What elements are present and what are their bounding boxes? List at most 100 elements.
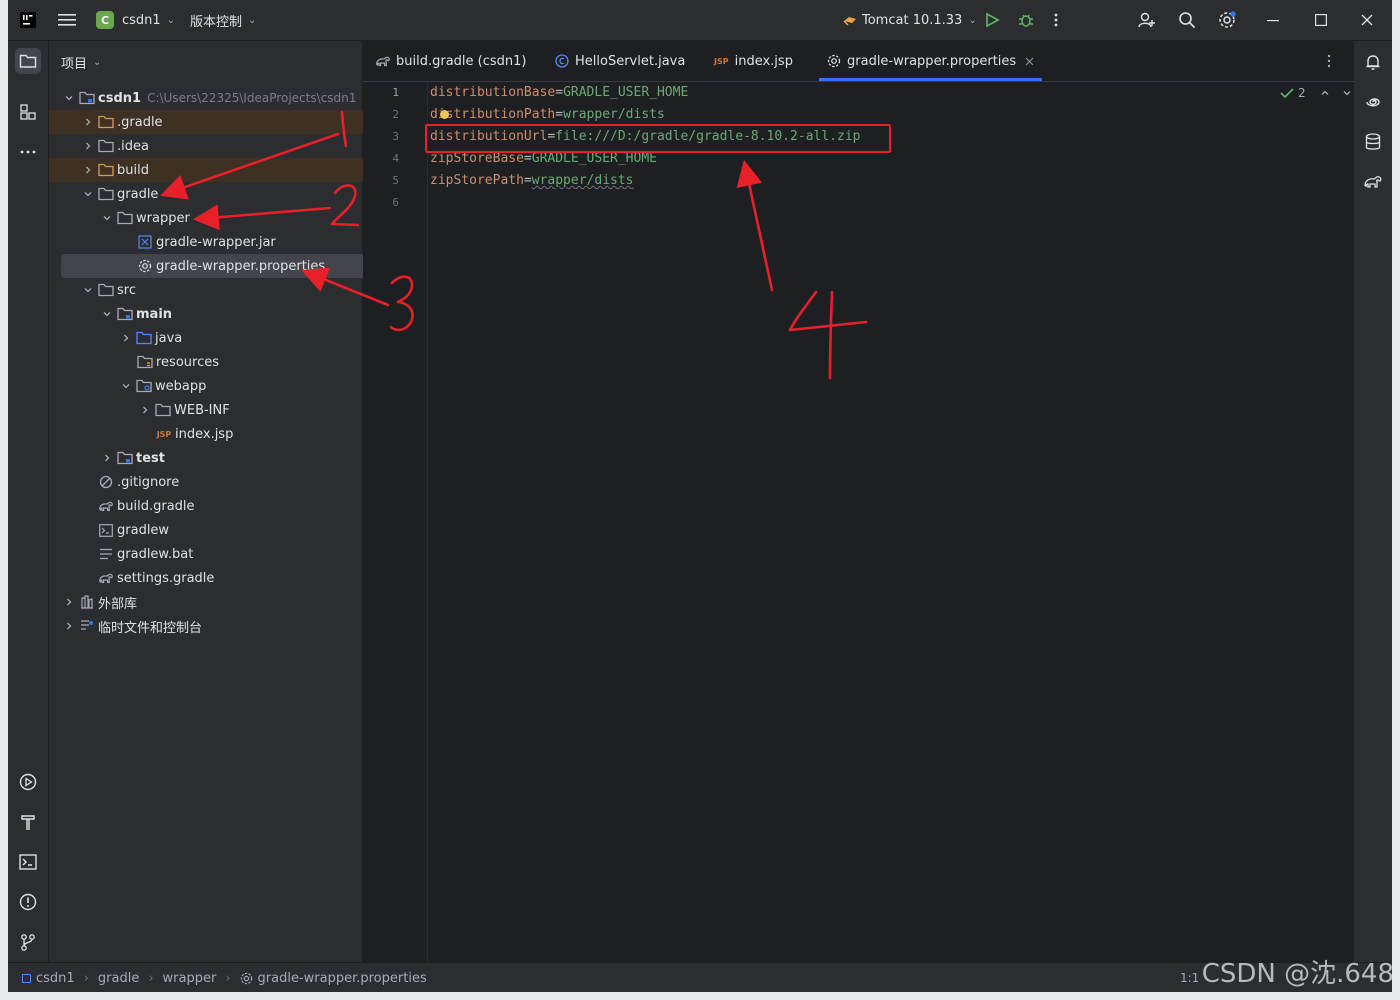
ide-window: C csdn1 ⌄ 版本控制 ⌄ Tomcat 10.1.33 ⌄ 项目 ⌄ c… — [8, 0, 1392, 992]
chevron-up-icon[interactable] — [1320, 88, 1330, 98]
tab-options-button[interactable] — [1327, 41, 1331, 81]
structure-icon — [20, 104, 36, 120]
module-folder-icon — [79, 90, 95, 106]
intention-bulb-icon[interactable] — [440, 110, 449, 119]
library-icon — [79, 594, 95, 610]
structure-tool-button[interactable] — [15, 99, 41, 125]
code-line: zipStorePath=wrapper/dists — [430, 170, 634, 192]
tree-item-external-libraries[interactable]: 外部库 — [49, 590, 374, 614]
build-tool-button[interactable] — [15, 809, 41, 835]
tree-item-label: gradle — [117, 186, 159, 202]
close-button[interactable] — [1361, 0, 1373, 40]
services-tool-button[interactable] — [15, 769, 41, 795]
tree-item-label: webapp — [155, 378, 207, 394]
property-key: distributionBase — [430, 85, 556, 100]
maximize-button[interactable] — [1315, 0, 1327, 40]
tree-item-build[interactable]: build — [49, 158, 393, 182]
chevron-down-icon[interactable] — [1342, 88, 1352, 98]
search-button[interactable] — [1178, 0, 1196, 40]
excluded-folder-icon — [98, 114, 114, 130]
tree-item-main[interactable]: main — [49, 302, 412, 326]
property-key: zipStorePath — [430, 173, 524, 188]
tree-item-label: csdn1 — [98, 90, 142, 106]
problems-tool-button[interactable] — [15, 889, 41, 915]
tree-item-test[interactable]: test — [49, 446, 412, 470]
app-logo-icon[interactable] — [20, 0, 36, 40]
terminal-tool-button[interactable] — [15, 849, 41, 875]
gradle-tool-button[interactable] — [1360, 169, 1386, 195]
tree-item-dot-gradle[interactable]: .gradle — [49, 110, 393, 134]
project-panel-title: 项目 — [61, 57, 88, 72]
tab-build-gradle[interactable]: build.gradle (csdn1) — [375, 41, 526, 81]
tree-item-gradle[interactable]: gradle — [49, 182, 393, 206]
tab-gradle-wrapper-properties[interactable]: gradle-wrapper.properties — [818, 41, 1043, 81]
tree-item-wrapper[interactable]: wrapper — [49, 206, 412, 230]
add-user-button[interactable] — [1138, 0, 1156, 40]
project-panel-header[interactable]: 项目 ⌄ — [61, 53, 101, 72]
tree-item-label: build.gradle — [117, 498, 195, 514]
debug-button[interactable] — [1018, 0, 1034, 40]
tree-item-gradlew[interactable]: gradlew — [49, 518, 411, 542]
right-tool-stripe — [1353, 41, 1392, 962]
tree-item-scratches[interactable]: 临时文件和控制台 — [49, 614, 374, 638]
git-tool-button[interactable] — [15, 929, 41, 955]
database-button[interactable] — [1360, 129, 1386, 155]
inspection-widget[interactable]: 2 — [1280, 86, 1352, 100]
more-tools-button[interactable] — [15, 139, 41, 165]
tab-index-jsp[interactable]: JSP index.jsp — [714, 41, 793, 81]
tree-item-label: WEB-INF — [174, 402, 230, 418]
tree-item-root[interactable]: csdn1 C:\Users\22325\IdeaProjects\csdn1 — [49, 86, 374, 110]
breadcrumb-item[interactable]: wrapper — [163, 971, 217, 986]
chevron-down-icon: ⌄ — [166, 14, 176, 26]
tree-item-build-gradle[interactable]: build.gradle — [49, 494, 411, 518]
tree-item-dot-idea[interactable]: .idea — [49, 134, 393, 158]
run-config-label: Tomcat 10.1.33 — [862, 12, 963, 28]
tab-hello-servlet[interactable]: HelloServlet.java — [555, 41, 685, 81]
module-square-icon — [22, 973, 31, 983]
tree-item-settings-gradle[interactable]: settings.gradle — [49, 566, 411, 590]
breadcrumb-item[interactable]: csdn1 — [36, 971, 75, 986]
minimize-button[interactable] — [1267, 0, 1279, 40]
search-icon — [1179, 12, 1196, 29]
more-vertical-icon — [1054, 13, 1058, 27]
breadcrumb-item[interactable]: gradle-wrapper.properties — [258, 971, 427, 986]
chevron-down-icon — [99, 210, 115, 226]
run-button[interactable] — [984, 0, 1000, 40]
text-lines-icon — [98, 546, 114, 562]
tab-label: index.jsp — [734, 53, 793, 69]
breadcrumb-item[interactable]: gradle — [98, 971, 139, 986]
tree-item-label: gradlew — [117, 522, 170, 538]
tree-item-label: .gradle — [117, 114, 163, 130]
hammer-icon — [21, 815, 35, 830]
chevron-down-icon: ⌄ — [968, 14, 977, 26]
tree-item-gitignore[interactable]: .gitignore — [49, 470, 411, 494]
chevron-right-icon — [80, 138, 96, 154]
ai-assistant-button[interactable] — [1360, 89, 1386, 115]
chevron-down-icon — [61, 90, 77, 106]
tab-label: gradle-wrapper.properties — [847, 53, 1017, 69]
project-panel: 项目 ⌄ csdn1 C:\Users\22325\IdeaProjects\c… — [49, 41, 426, 962]
more-actions-button[interactable] — [1054, 0, 1058, 40]
terminal-icon — [98, 522, 114, 538]
main-menu-icon[interactable] — [58, 0, 76, 40]
tree-item-src[interactable]: src — [49, 278, 393, 302]
tree-item-label: java — [155, 330, 183, 346]
line-number: 1 — [392, 86, 399, 99]
tree-item-gradlew-bat[interactable]: gradlew.bat — [49, 542, 411, 566]
line-number: 6 — [392, 196, 399, 209]
line-number: 5 — [392, 174, 399, 187]
vcs-menu[interactable]: 版本控制 ⌄ — [190, 0, 256, 40]
database-icon — [1365, 133, 1381, 150]
run-config-selector[interactable]: Tomcat 10.1.33 ⌄ — [842, 0, 977, 40]
project-tool-button[interactable] — [15, 48, 41, 74]
settings-button[interactable] — [1217, 0, 1237, 40]
caret-position[interactable]: 1:1 — [1180, 971, 1199, 985]
bug-icon — [1019, 14, 1033, 27]
chevron-down-icon — [80, 282, 96, 298]
notifications-button[interactable] — [1360, 49, 1386, 75]
code-editor[interactable]: distributionBase=GRADLE_USER_HOME distri… — [430, 82, 1352, 962]
project-switcher[interactable]: C csdn1 ⌄ — [96, 0, 175, 40]
equals-sign: = — [523, 151, 532, 166]
close-icon[interactable] — [1025, 57, 1034, 66]
property-value: GRADLE_USER_HOME — [563, 85, 689, 100]
